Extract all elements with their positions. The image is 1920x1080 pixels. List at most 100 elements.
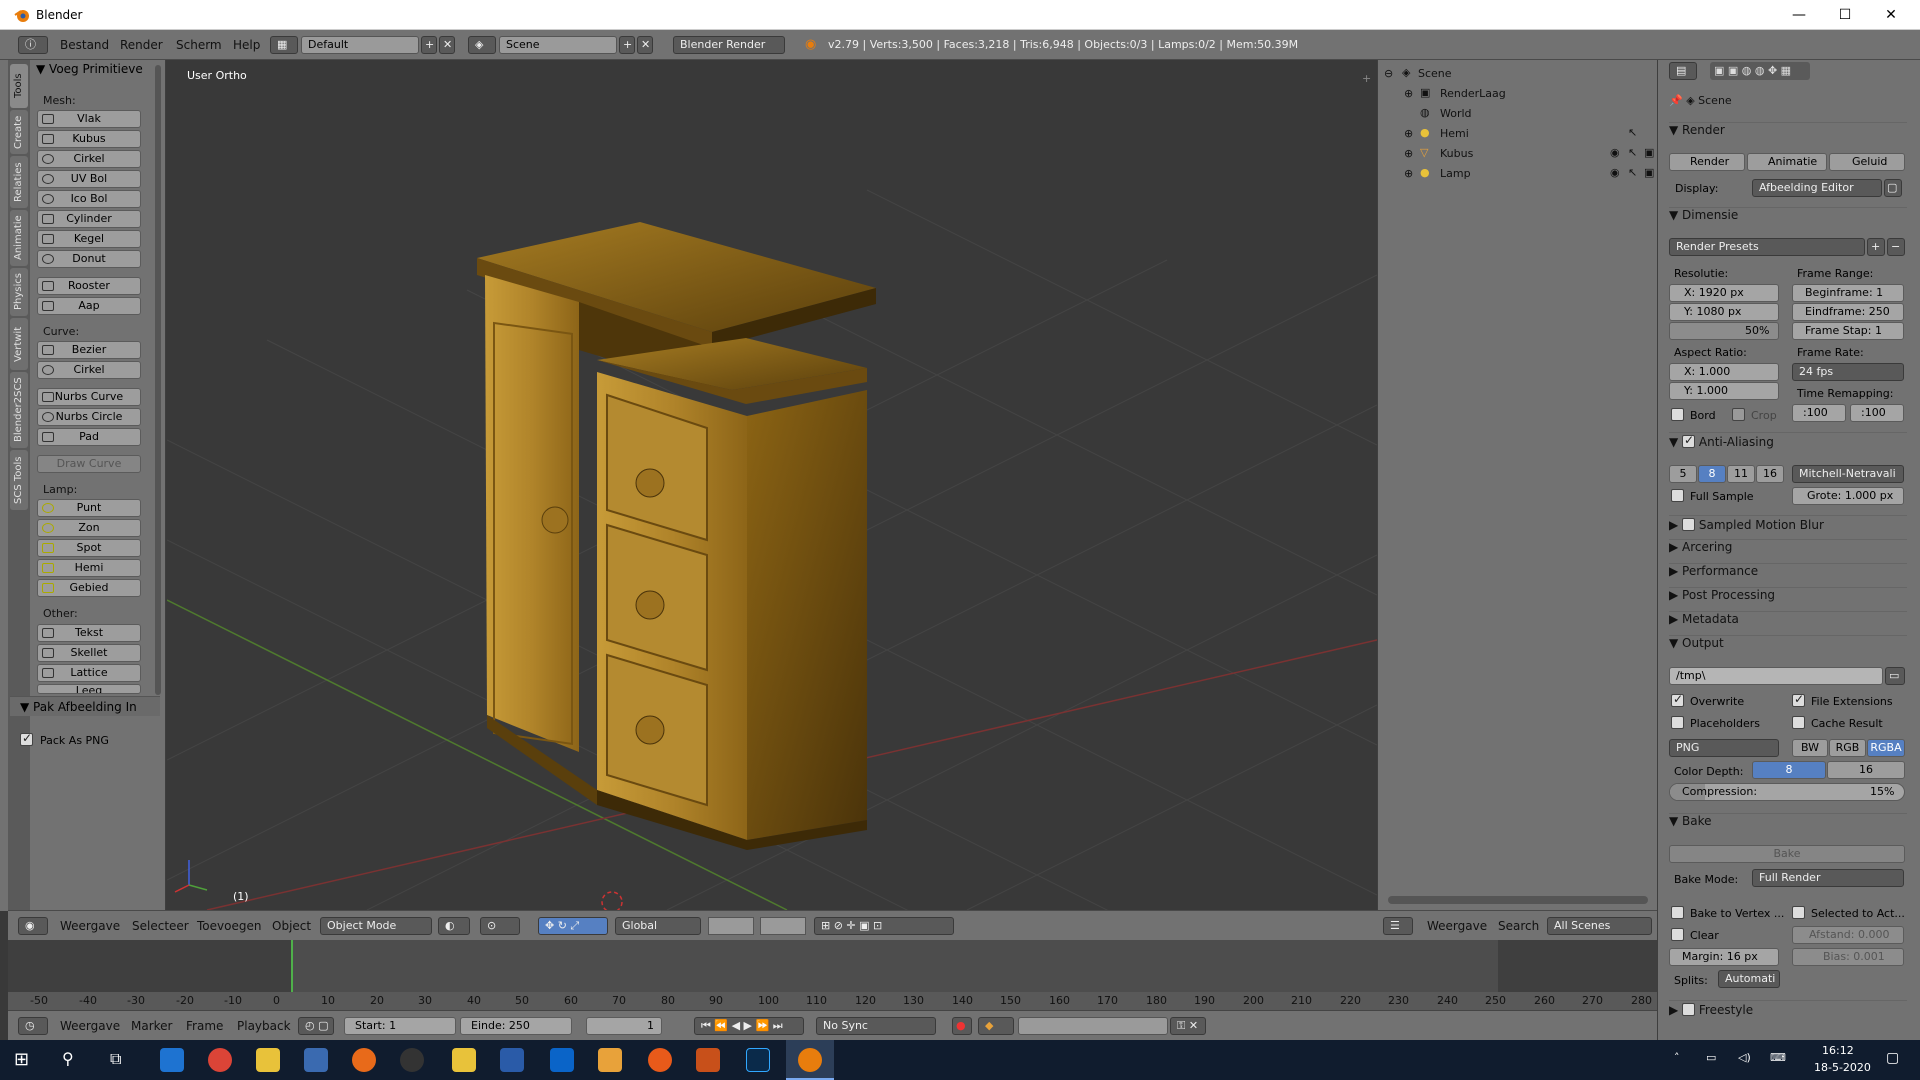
border-checkbox[interactable]	[1671, 408, 1684, 421]
add-curve-circle-button[interactable]: Cirkel	[37, 361, 141, 379]
snap-tools-icons[interactable]: ⊞ ⊘ ✛ ▣ ⊡	[814, 917, 954, 935]
scene-field[interactable]: Scene	[499, 36, 617, 54]
photoshop-icon[interactable]	[746, 1048, 770, 1072]
add-point-lamp-button[interactable]: Punt	[37, 499, 141, 517]
outliner-row-scene[interactable]: ⊖ ◈ Scene	[1378, 64, 1658, 84]
remove-preset-icon[interactable]: −	[1887, 238, 1905, 256]
draw-curve-button[interactable]: Draw Curve	[37, 455, 141, 473]
timeline[interactable]: -50 -40 -30 -20 -10 0 10 20 30 40 50 60 70 80 90 100 110…	[8, 940, 1657, 1010]
start-frame-input[interactable]: Start: 1	[344, 1017, 456, 1035]
resolution-x-field[interactable]: X: 1920 px	[1669, 284, 1779, 302]
color-bw-button[interactable]: BW	[1792, 739, 1828, 757]
eye-icon[interactable]: ◉	[1610, 146, 1620, 159]
add-nurbs-circle-button[interactable]: Nurbs Circle	[37, 408, 141, 426]
add-uv-sphere-button[interactable]: UV Bol	[37, 170, 141, 188]
menu-view[interactable]: Weergave	[60, 919, 120, 933]
tl-menu-view[interactable]: Weergave	[60, 1019, 120, 1033]
menu-help[interactable]: Help	[233, 38, 260, 52]
color-depth-16-button[interactable]: 16	[1827, 761, 1905, 779]
outliner-row-kubus[interactable]: ⊕ ▽ Kubus ◉ ↖ ▣	[1378, 144, 1658, 164]
tab-vertwit[interactable]: Vertwit	[10, 318, 28, 370]
bake-mode-select[interactable]: Full Render	[1752, 869, 1904, 887]
expand-icon[interactable]: ⊕	[1404, 147, 1413, 160]
time-remap-new-field[interactable]: :100	[1850, 404, 1904, 422]
add-donut-button[interactable]: Donut	[37, 250, 141, 268]
tl-menu-frame[interactable]: Frame	[186, 1019, 223, 1033]
search-icon[interactable]: ⚲	[62, 1049, 74, 1068]
expand-icon[interactable]: ⊕	[1404, 127, 1413, 140]
add-path-button[interactable]: Pad	[37, 428, 141, 446]
keyframe-insert-icons[interactable]: ⚿ ✕	[1170, 1017, 1206, 1035]
filter-size-field[interactable]: Grote: 1.000 px	[1792, 487, 1904, 505]
add-preset-icon[interactable]: +	[1867, 238, 1885, 256]
frame-rate-select[interactable]: 24 fps	[1792, 363, 1904, 381]
pack-as-png-checkbox[interactable]	[20, 731, 33, 746]
crop-checkbox[interactable]	[1732, 408, 1745, 421]
add-armature-button[interactable]: Skellet	[37, 644, 141, 662]
bake-section-header[interactable]: ▼ Bake	[1669, 813, 1907, 833]
3d-viewport[interactable]: User Ortho (1) +	[167, 60, 1377, 910]
menu-bestand[interactable]: Bestand	[60, 38, 109, 52]
layers-grid-2[interactable]	[760, 917, 806, 935]
add-nurbs-curve-button[interactable]: Nurbs Curve	[37, 388, 141, 406]
freestyle-section-header[interactable]: ▶ Freestyle	[1669, 1000, 1907, 1020]
editor-type-3d-icon[interactable]: ◉	[18, 917, 48, 935]
motion-blur-section-header[interactable]: ▶ Sampled Motion Blur	[1669, 515, 1907, 535]
outliner-menu-search[interactable]: Search	[1498, 919, 1539, 933]
add-sun-lamp-button[interactable]: Zon	[37, 519, 141, 537]
freestyle-checkbox[interactable]	[1682, 1003, 1696, 1016]
maximize-button[interactable]: ☐	[1822, 0, 1868, 30]
output-section-header[interactable]: ▼ Output	[1669, 635, 1907, 655]
add-primitive-panel-title[interactable]: ▼ Voeg Primitieve	[36, 62, 143, 76]
preview-range-icon[interactable]: ◴ ▢	[298, 1017, 334, 1035]
sync-mode-select[interactable]: No Sync	[816, 1017, 936, 1035]
eye-icon[interactable]: ◉	[1610, 166, 1620, 179]
playback-controls[interactable]: ⏮ ⏪ ◀ ▶ ⏩ ⏭	[694, 1017, 804, 1035]
output-path-input[interactable]: /tmp\	[1669, 667, 1883, 685]
layout-field[interactable]: Default	[301, 36, 419, 54]
end-frame-input[interactable]: Einde: 250	[460, 1017, 572, 1035]
bake-button[interactable]: Bake	[1669, 845, 1905, 863]
margin-field[interactable]: Margin: 16 px	[1669, 948, 1779, 966]
chrome-icon[interactable]	[208, 1048, 232, 1072]
tray-chevron-icon[interactable]: ˄	[1674, 1051, 1680, 1064]
aspect-y-field[interactable]: Y: 1.000	[1669, 382, 1779, 400]
file-extensions-checkbox[interactable]	[1792, 692, 1805, 707]
tab-blender2scs[interactable]: Blender2SCS	[10, 372, 28, 448]
motion-blur-checkbox[interactable]	[1682, 518, 1696, 531]
expand-icon[interactable]: ⊖	[1384, 67, 1393, 80]
post-processing-section-header[interactable]: ▶ Post Processing	[1669, 587, 1907, 607]
render-presets-select[interactable]: Render Presets	[1669, 238, 1865, 256]
outliner-display-mode[interactable]: All Scenes	[1547, 917, 1652, 935]
orientation-select[interactable]: Global	[615, 917, 701, 935]
metadata-section-header[interactable]: ▶ Metadata	[1669, 611, 1907, 631]
cabinet-model[interactable]	[477, 222, 876, 850]
add-hemi-lamp-button[interactable]: Hemi	[37, 559, 141, 577]
store-icon[interactable]	[500, 1048, 524, 1072]
add-area-lamp-button[interactable]: Gebied	[37, 579, 141, 597]
color-depth-8-button[interactable]: 8	[1752, 761, 1826, 779]
start-windows-icon[interactable]: ⊞	[14, 1049, 29, 1070]
lock-display-icon[interactable]: ▢	[1884, 179, 1902, 197]
layout-grid-icon[interactable]: ▦	[270, 36, 298, 54]
cursor-select-icon[interactable]: ↖	[1628, 146, 1637, 159]
add-empty-button[interactable]: Leeg	[37, 684, 141, 694]
music-app-icon[interactable]	[648, 1048, 672, 1072]
menu-object[interactable]: Object	[272, 919, 311, 933]
expand-icon[interactable]: ⊕	[1404, 167, 1413, 180]
animation-button[interactable]: Animatie	[1747, 153, 1827, 171]
menu-select[interactable]: Selecteer	[132, 919, 189, 933]
playhead[interactable]	[291, 940, 293, 992]
audio-button[interactable]: Geluid	[1829, 153, 1905, 171]
add-grid-button[interactable]: Rooster	[37, 277, 141, 295]
viewport-plus-icon[interactable]: +	[1362, 72, 1371, 85]
overwrite-checkbox[interactable]	[1671, 692, 1684, 707]
menu-render[interactable]: Render	[120, 38, 163, 52]
outliner-row-hemi[interactable]: ⊕ ● Hemi ↖	[1378, 124, 1658, 144]
tab-tools[interactable]: Tools	[10, 64, 28, 108]
edge-icon[interactable]	[160, 1048, 184, 1072]
performance-section-header[interactable]: ▶ Performance	[1669, 563, 1907, 583]
camera-render-icon[interactable]: ▣	[1644, 146, 1654, 159]
render-button[interactable]: Render	[1669, 153, 1745, 171]
menu-add[interactable]: Toevoegen	[197, 919, 261, 933]
